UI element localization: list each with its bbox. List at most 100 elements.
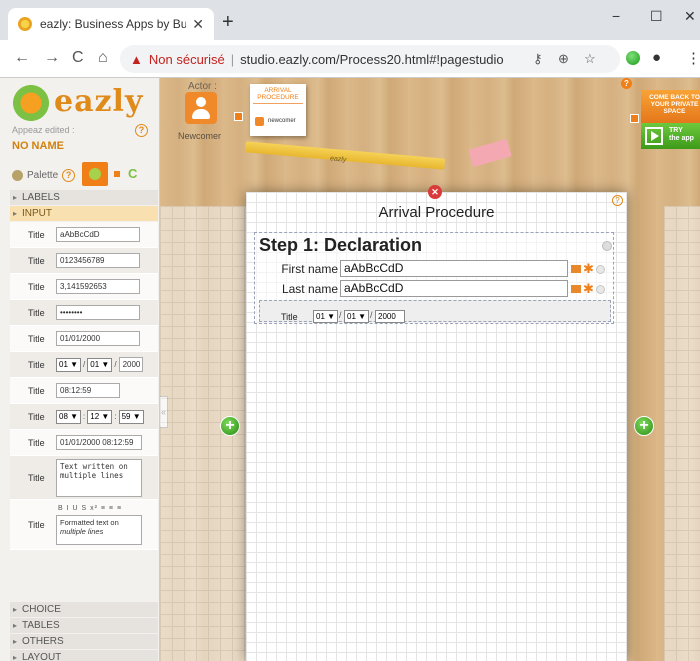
field-title: Title xyxy=(28,519,45,530)
procedure-card[interactable]: ARRIVAL PROCEDURE newcomer xyxy=(250,84,306,136)
app-name[interactable]: NO NAME xyxy=(12,140,64,152)
forward-button[interactable]: → xyxy=(44,49,60,67)
field-title: Title xyxy=(28,359,45,370)
section-input[interactable]: INPUT xyxy=(10,206,158,221)
datetime-input-sample[interactable]: 01/01/2000 08:12:59 xyxy=(56,435,142,450)
section-tables[interactable]: TABLES xyxy=(10,618,158,633)
add-step-right-button[interactable]: + xyxy=(634,416,654,436)
section-labels[interactable]: LABELS xyxy=(10,190,158,205)
palette-password-field[interactable]: Title •••••••• xyxy=(10,300,158,326)
date-day-select[interactable]: 01 ▼ xyxy=(313,310,339,323)
field-settings-icon[interactable] xyxy=(571,265,581,273)
new-tab-button[interactable]: + xyxy=(222,11,234,34)
palette-time-field[interactable]: Title 08:12:59 xyxy=(10,378,158,404)
palette-datetime-field[interactable]: Title 01/01/2000 08:12:59 xyxy=(10,430,158,456)
palette-text-field[interactable]: Title aAbBcCdD xyxy=(10,222,158,248)
richtext-toolbar[interactable]: B I U S x² ≡ ≡ ≡ xyxy=(56,505,142,515)
step-delete-icon[interactable] xyxy=(602,241,612,251)
time-separator: : xyxy=(114,412,117,421)
last-name-input[interactable]: aAbBcCdD xyxy=(340,280,568,297)
top-help-icon[interactable]: ? xyxy=(621,78,632,89)
palette-decimal-field[interactable]: Title 3,141592653 xyxy=(10,274,158,300)
play-icon xyxy=(645,127,663,145)
first-name-input[interactable]: aAbBcCdD xyxy=(340,260,568,277)
decimal-input-sample[interactable]: 3,141592653 xyxy=(56,279,140,294)
home-button[interactable]: ⌂ xyxy=(98,49,108,67)
url-text: studio.eazly.com/Process20.html#!pagestu… xyxy=(240,51,504,67)
add-step-left-button[interactable]: + xyxy=(220,416,240,436)
maximize-button[interactable]: ☐ xyxy=(650,8,663,25)
text-input-sample[interactable]: aAbBcCdD xyxy=(56,227,140,242)
panel-close-icon[interactable]: ✕ xyxy=(428,185,442,199)
back-button[interactable]: ← xyxy=(14,49,30,67)
cta-dot[interactable] xyxy=(630,114,639,123)
field-settings-icon[interactable] xyxy=(571,285,581,293)
richtext-editor[interactable]: B I U S x² ≡ ≡ ≡ Formatted text on multi… xyxy=(56,505,142,545)
section-layout[interactable]: LAYOUT xyxy=(10,650,158,661)
richtext-sample[interactable]: Formatted text on multiple lines xyxy=(56,514,142,545)
palette-date-select-field[interactable]: Title 01 ▼ / 01 ▼ / 2000 xyxy=(10,352,158,378)
minute-select[interactable]: 12 ▼ xyxy=(87,409,113,424)
security-status: Non sécurisé xyxy=(148,51,225,67)
date-separator: / xyxy=(339,310,342,320)
card-actor-name: newcomer xyxy=(268,118,296,124)
palette-row[interactable]: Palette ? xyxy=(12,165,76,185)
hour-select[interactable]: 08 ▼ xyxy=(56,409,82,424)
profile-icon[interactable]: ● xyxy=(652,49,661,66)
extension-icon[interactable] xyxy=(626,51,640,65)
field-title: Title xyxy=(28,333,45,344)
browser-tab[interactable]: eazly: Business Apps by Business ✕ xyxy=(8,8,214,40)
date-field-row[interactable] xyxy=(259,300,611,322)
date-separator: / xyxy=(370,310,373,320)
reload-button[interactable]: C xyxy=(72,49,84,67)
date-separator: / xyxy=(114,360,117,369)
tab-close-icon[interactable]: ✕ xyxy=(192,16,204,33)
palette-refresh-button[interactable]: C xyxy=(128,166,137,181)
date-year-input[interactable]: 2000 xyxy=(375,310,405,323)
palette-integer-field[interactable]: Title 0123456789 xyxy=(10,248,158,274)
private-space-button[interactable]: COME BACK TO YOUR PRIVATE SPACE xyxy=(641,90,700,124)
month-select[interactable]: 01 ▼ xyxy=(87,357,113,372)
palette-time-select-field[interactable]: Title 08 ▼ : 12 ▼ : 59 ▼ xyxy=(10,404,158,430)
star-icon[interactable]: ☆ xyxy=(584,51,596,67)
year-input[interactable]: 2000 xyxy=(118,357,143,372)
menu-icon[interactable]: ⋮ xyxy=(686,49,700,67)
required-star-icon[interactable]: ✱ xyxy=(583,262,594,275)
address-bar[interactable]: ▲ Non sécurisé | studio.eazly.com/Proces… xyxy=(120,45,620,73)
palette-date-field[interactable]: Title 01/01/2000 xyxy=(10,326,158,352)
field-delete-icon[interactable] xyxy=(595,264,605,274)
input-palette-list: Title aAbBcCdD Title 0123456789 Title 3,… xyxy=(10,222,158,550)
section-choice[interactable]: CHOICE xyxy=(10,602,158,617)
actor-add-dot[interactable] xyxy=(234,112,243,121)
day-select[interactable]: 01 ▼ xyxy=(56,357,82,372)
palette-richtext-field[interactable]: Title B I U S x² ≡ ≡ ≡ Formatted text on… xyxy=(10,500,158,550)
window-close-button[interactable]: ✕ xyxy=(684,8,696,25)
help-icon[interactable]: ? xyxy=(135,124,148,137)
palette-square-button[interactable] xyxy=(114,171,120,177)
palette-label: Palette xyxy=(27,169,59,181)
procedure-title[interactable]: Arrival Procedure xyxy=(246,204,627,221)
actor-person-icon[interactable] xyxy=(185,92,217,124)
field-title: Title xyxy=(28,307,45,318)
second-select[interactable]: 59 ▼ xyxy=(118,409,144,424)
field-delete-icon[interactable] xyxy=(595,284,605,294)
date-month-select[interactable]: 01 ▼ xyxy=(344,310,370,323)
date-input-sample[interactable]: 01/01/2000 xyxy=(56,331,140,346)
date-field-label: Title xyxy=(281,312,298,322)
key-icon[interactable]: ⚷ xyxy=(533,51,543,67)
minimize-button[interactable]: − xyxy=(612,8,620,24)
password-input-sample[interactable]: •••••••• xyxy=(56,305,140,320)
step-title[interactable]: Step 1: Declaration xyxy=(259,235,422,256)
palette-textarea-field[interactable]: Title Text written on multiple lines xyxy=(10,456,158,500)
palette-fields-button[interactable] xyxy=(82,162,108,186)
zoom-icon[interactable]: ⊕ xyxy=(558,51,569,67)
field-title: Title xyxy=(28,437,45,448)
section-others[interactable]: OTHERS xyxy=(10,634,158,649)
browser-tab-bar: eazly: Business Apps by Business ✕ + − ☐… xyxy=(0,0,700,40)
time-input-sample[interactable]: 08:12:59 xyxy=(56,383,120,398)
required-star-icon[interactable]: ✱ xyxy=(583,282,594,295)
integer-input-sample[interactable]: 0123456789 xyxy=(56,253,140,268)
textarea-sample[interactable]: Text written on multiple lines xyxy=(56,458,142,497)
try-app-button[interactable]: TRY the app xyxy=(641,123,700,149)
palette-help-icon[interactable]: ? xyxy=(62,168,76,182)
